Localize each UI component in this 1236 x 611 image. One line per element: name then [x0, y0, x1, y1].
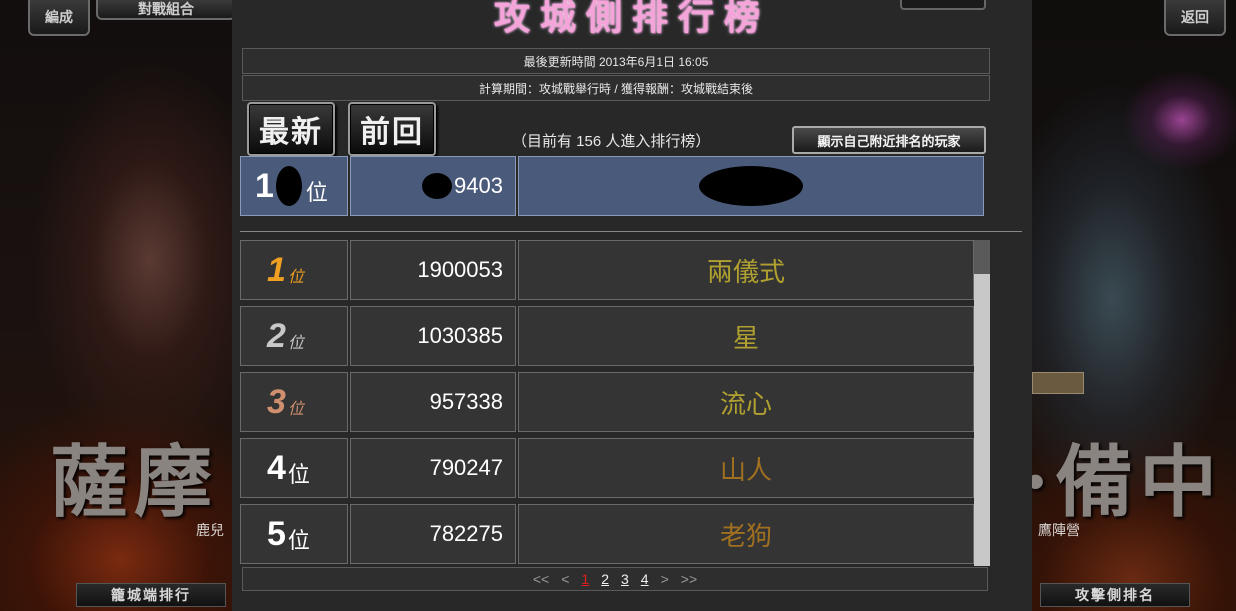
- rank-number: 2: [267, 316, 286, 355]
- player-name-cell[interactable]: 山人: [518, 438, 974, 498]
- ranking-count-text: （目前有 156 人進入排行榜）: [512, 133, 711, 150]
- background-calligraphy-right: ·備中: [1032, 437, 1224, 528]
- rank-cell: 3位: [240, 372, 348, 432]
- redaction-mark: [699, 166, 803, 206]
- ranking-panel: 攻城側排行榜 最後更新時間 2013年6月1日 16:05 計算期間：攻城戰舉行…: [232, 0, 1032, 611]
- calculation-period-bar: 計算期間：攻城戰舉行時 / 獲得報酬：攻城戰結束後: [242, 75, 990, 101]
- page-link-4[interactable]: 4: [641, 571, 649, 587]
- own-rank-suffix: 位: [305, 180, 328, 205]
- score-cell: 1030385: [350, 306, 516, 366]
- rank-suffix: 位: [287, 269, 304, 286]
- page-link-2[interactable]: 2: [601, 571, 609, 587]
- rank-suffix: 位: [287, 335, 304, 352]
- attacker-ranking-tab[interactable]: 攻擊側排名: [1040, 583, 1190, 607]
- own-name-cell: [518, 156, 984, 216]
- score-cell: 957338: [350, 372, 516, 432]
- own-rank-cell: 1 位: [240, 156, 348, 216]
- rank-number: 3: [267, 382, 286, 421]
- own-score-cell: 9403: [350, 156, 516, 216]
- player-name-cell[interactable]: 星: [518, 306, 974, 366]
- background-subtitle-right: 鷹陣營: [1038, 523, 1080, 539]
- rank-suffix: 位: [287, 528, 310, 553]
- page-link-1[interactable]: 1: [581, 571, 589, 587]
- side-tag: [1032, 372, 1084, 394]
- defender-ranking-tab[interactable]: 籠城端排行: [76, 583, 226, 607]
- rank-number: 5: [267, 514, 286, 553]
- battle-combination-tab[interactable]: 對戰組合: [96, 0, 236, 20]
- next-page-link[interactable]: >: [661, 571, 669, 587]
- ranking-scrollbar[interactable]: [974, 240, 990, 566]
- score-cell: 782275: [350, 504, 516, 564]
- panel-title: 攻城側排行榜: [493, 0, 770, 38]
- page-link-3[interactable]: 3: [621, 571, 629, 587]
- latest-button[interactable]: 最新: [247, 102, 335, 156]
- prev-page-link[interactable]: <: [561, 571, 569, 587]
- background-calligraphy-left: 薩摩: [50, 437, 219, 528]
- rank-number: 4: [267, 448, 286, 487]
- rank-suffix: 位: [287, 462, 310, 487]
- own-rank-digit: 1: [255, 166, 274, 205]
- previous-round-button[interactable]: 前回: [348, 102, 436, 156]
- rank-number: 1: [267, 250, 286, 289]
- ranking-scrollbar-thumb[interactable]: [974, 240, 990, 274]
- return-button[interactable]: 返回: [1164, 0, 1226, 36]
- show-nearby-rank-button[interactable]: 顯示自己附近排名的玩家: [792, 126, 986, 154]
- score-cell: 1900053: [350, 240, 516, 300]
- formation-button[interactable]: 編成: [28, 0, 90, 36]
- divider: [240, 231, 1022, 232]
- player-name-cell[interactable]: 兩儀式: [518, 240, 974, 300]
- rank-cell: 4位: [240, 438, 348, 498]
- background-art-right: ·備中 鷹陣營: [1032, 0, 1236, 611]
- rank-suffix: 位: [287, 401, 304, 418]
- rank-cell: 2位: [240, 306, 348, 366]
- score-cell: 790247: [350, 438, 516, 498]
- background-subtitle-left: 鹿兒: [196, 523, 224, 539]
- player-name-cell[interactable]: 流心: [518, 372, 974, 432]
- first-page-link[interactable]: <<: [533, 571, 549, 587]
- redaction-mark: [422, 173, 453, 199]
- pagination: << < 1 2 3 4 > >>: [242, 567, 988, 591]
- background-art-left: 薩摩 鹿兒: [0, 0, 232, 611]
- redaction-mark: [275, 166, 302, 206]
- last-page-link[interactable]: >>: [681, 571, 697, 587]
- player-name-cell[interactable]: 老狗: [518, 504, 974, 564]
- rank-cell: 5位: [240, 504, 348, 564]
- own-score: 9403: [454, 173, 503, 198]
- rank-cell: 1位: [240, 240, 348, 300]
- last-updated-bar: 最後更新時間 2013年6月1日 16:05: [242, 48, 990, 74]
